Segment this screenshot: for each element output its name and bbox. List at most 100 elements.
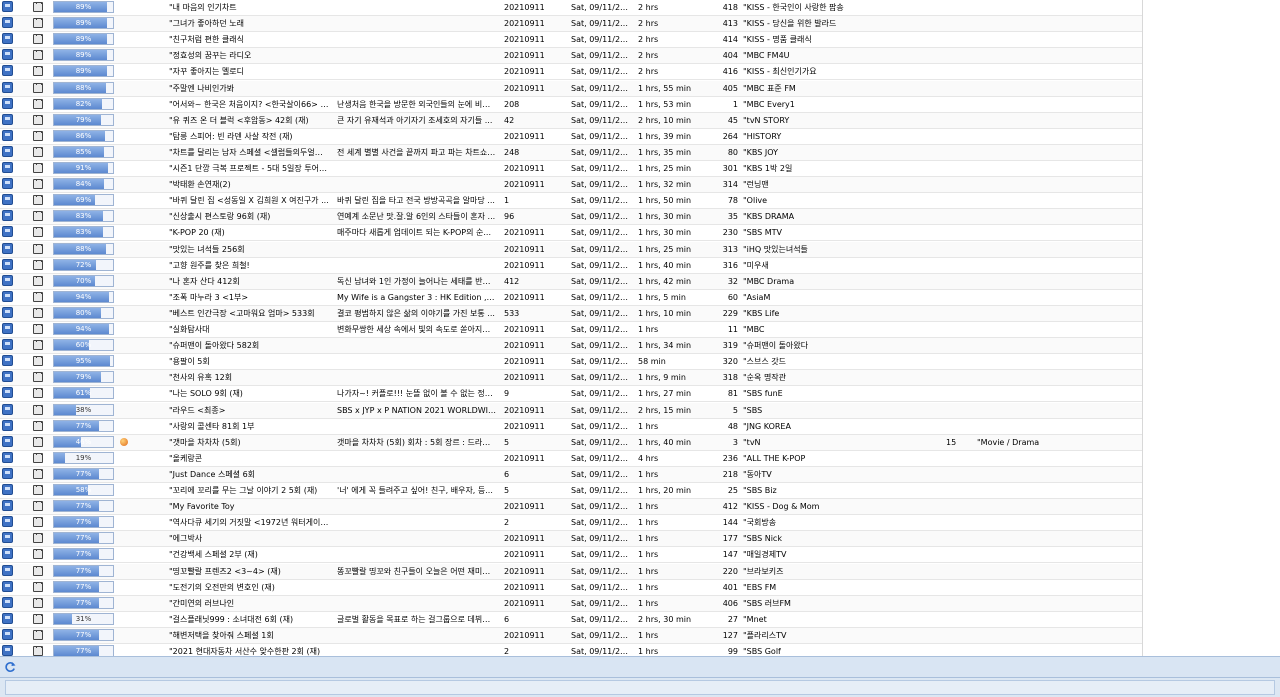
record-icon[interactable] <box>33 307 43 318</box>
tv-icon[interactable] <box>2 210 13 222</box>
tv-icon[interactable] <box>2 628 13 640</box>
tv-icon[interactable] <box>2 612 13 624</box>
record-icon[interactable] <box>33 98 43 109</box>
tv-icon[interactable] <box>2 49 13 61</box>
record-icon[interactable] <box>33 436 43 447</box>
refresh-icon[interactable] <box>4 661 16 673</box>
table-row[interactable]: 95% "용팔이 5회 20210911 Sat, 09/11/202... 58 mi… <box>0 354 1142 371</box>
tv-icon[interactable] <box>2 306 13 318</box>
tv-icon[interactable] <box>2 387 13 399</box>
record-icon[interactable] <box>33 275 43 286</box>
table-row[interactable]: 82% "어서와~ 한국은 처음이지? <한국살이66> 20... 난생처음 한국… <box>0 97 1142 113</box>
record-icon[interactable] <box>33 243 43 254</box>
record-icon[interactable] <box>33 404 43 415</box>
record-icon[interactable] <box>33 259 43 270</box>
table-row[interactable]: 77% "해변저택을 찾아줘 스페셜 1회 20210911 Sat, 09/11/2… <box>0 627 1142 644</box>
record-icon[interactable] <box>33 291 43 302</box>
table-row[interactable]: 61% "나는 SOLO 9회 (재) 나가자~! 커플로!!! 눈뜰 없이 볼 수… <box>0 386 1142 403</box>
tv-icon[interactable] <box>2 339 13 351</box>
record-icon[interactable] <box>33 340 43 351</box>
tv-icon[interactable] <box>2 355 13 367</box>
table-row[interactable]: 83% "K-POP 20 (재) 매주마다 새롭게 업데이트 되는 K-POP의 … <box>0 225 1142 242</box>
record-icon[interactable] <box>33 501 43 512</box>
tv-icon[interactable] <box>2 403 13 415</box>
tv-icon[interactable] <box>2 596 13 608</box>
tv-icon[interactable] <box>2 129 13 141</box>
table-row[interactable]: 77% "도전기의 오전만의 변호인 (재) 20210911 Sat, 09/11/… <box>0 580 1142 596</box>
record-icon[interactable] <box>33 452 43 463</box>
record-icon[interactable] <box>33 2 43 12</box>
tv-icon[interactable] <box>2 564 13 576</box>
record-icon[interactable] <box>33 211 43 222</box>
tv-icon[interactable] <box>2 371 13 383</box>
table-row[interactable]: 85% "차트를 달리는 남자 스페셜 <셀럽들의두얼굴... 전 세계 별별 사건… <box>0 144 1142 161</box>
table-row[interactable]: 77% "사랑의 콜센타 81회 1부 20210911 Sat, 09/11/202… <box>0 419 1142 435</box>
tv-icon[interactable] <box>2 548 13 560</box>
record-icon[interactable] <box>33 629 43 640</box>
table-row[interactable]: 70% "나 혼자 산다 412회 독신 남녀와 1인 가정이 늘어나는 세태를 반… <box>0 273 1142 290</box>
table-row[interactable]: 60% "슈퍼맨이 돌아왔다 582회 20210911 Sat, 09/11/202… <box>0 338 1142 355</box>
record-icon[interactable] <box>33 130 43 141</box>
tv-icon[interactable] <box>2 274 13 286</box>
tv-icon[interactable] <box>2 451 13 463</box>
tv-icon[interactable] <box>2 162 13 173</box>
record-icon[interactable] <box>33 565 43 576</box>
table-row[interactable]: 19% "올케랑콘 20210911 Sat, 09/11/202... 4 hrs 23… <box>0 451 1142 467</box>
record-icon[interactable] <box>33 597 43 608</box>
tv-icon[interactable] <box>2 178 13 190</box>
tv-icon[interactable] <box>2 194 13 206</box>
table-row[interactable]: 77% "건강백세 스페셜 2부 (재) 20210911 Sat, 09/11/20… <box>0 547 1142 564</box>
tv-icon[interactable] <box>2 580 13 592</box>
record-icon[interactable] <box>33 227 43 238</box>
table-row[interactable]: 72% "고향 원주를 찾은 희철! 20210911 Sat, 09/11/202.… <box>0 258 1142 274</box>
tv-icon[interactable] <box>2 532 13 544</box>
record-icon[interactable] <box>33 485 43 495</box>
table-row[interactable]: 89% "자꾸 좋아지는 멜로디 20210911 Sat, 09/11/202...… <box>0 64 1142 81</box>
table-row[interactable]: 88% "맛있는 녀석들 256회 20210911 Sat, 09/11/202..… <box>0 241 1142 258</box>
tv-icon[interactable] <box>2 419 13 431</box>
table-row[interactable]: 77% "역사다큐 세기의 거짓말 <1972년 워터게이트... 2 Sat, 09… <box>0 515 1142 532</box>
record-icon[interactable] <box>33 613 43 624</box>
tv-icon[interactable] <box>2 33 13 45</box>
record-icon[interactable] <box>33 146 43 157</box>
record-icon[interactable] <box>33 517 43 528</box>
record-icon[interactable] <box>33 549 43 560</box>
record-icon[interactable] <box>33 356 43 367</box>
recording-indicator-icon[interactable] <box>120 437 128 446</box>
table-row[interactable]: 77% "2021 현대자동차 서산수 앚수한판 2회 (재) 2 Sat, 09/1… <box>0 644 1142 656</box>
record-icon[interactable] <box>33 533 43 544</box>
record-icon[interactable] <box>33 50 43 61</box>
table-row[interactable]: 38% "라우드 <최종> SBS x JYP x P NATION 2021 WO… <box>0 402 1142 419</box>
table-row[interactable]: 77% "My Favorite Toy 20210911 Sat, 09/11/20… <box>0 499 1142 516</box>
record-icon[interactable] <box>33 18 43 29</box>
record-icon[interactable] <box>33 66 43 77</box>
table-row[interactable]: 83% "신상출시 편스토랑 96회 (재) 연예계 소문난 맛.잘.알 6인의 스… <box>0 209 1142 226</box>
record-icon[interactable] <box>33 420 43 431</box>
tv-icon[interactable] <box>2 242 13 254</box>
tv-icon[interactable] <box>2 17 13 29</box>
program-grid[interactable]: 89% "내 마음의 인기차트 20210911 Sat, 09/11/202... 2… <box>0 0 1143 656</box>
tv-icon[interactable] <box>2 145 13 157</box>
record-icon[interactable] <box>33 195 43 206</box>
record-icon[interactable] <box>33 468 43 479</box>
tv-icon[interactable] <box>2 1 13 12</box>
tv-icon[interactable] <box>2 81 13 93</box>
table-row[interactable]: 79% "천사의 유혹 12회 20210911 Sat, 09/11/202... 1… <box>0 370 1142 387</box>
table-row[interactable]: 77% "간미연의 러브나인 20210911 Sat, 09/11/202... 1 … <box>0 595 1142 612</box>
tv-icon[interactable] <box>2 484 13 495</box>
table-row[interactable]: 94% "실화탐사대 변화무쌍한 세상 속에서 빛의 속도로 쏟아지는... 2021… <box>0 322 1142 338</box>
table-row[interactable]: 46% "갯마을 차차차 (5회) 갯마을 차차차 (5회) 회차 : 5회 장르 … <box>0 434 1142 451</box>
table-row[interactable]: 77% "에그박사 20210911 Sat, 09/11/202... 1 hrs 17… <box>0 531 1142 548</box>
tv-icon[interactable] <box>2 65 13 77</box>
tv-icon[interactable] <box>2 290 13 302</box>
record-icon[interactable] <box>33 163 43 173</box>
table-row[interactable]: 88% "주말엔 나비인가봐 20210911 Sat, 09/11/202... 1 … <box>0 80 1142 97</box>
record-icon[interactable] <box>33 324 43 334</box>
table-row[interactable]: 80% "베스트 인간극장 <고마워요 엄마> 533회 결코 평범하지 않은 삶의… <box>0 305 1142 322</box>
record-icon[interactable] <box>33 82 43 93</box>
record-icon[interactable] <box>33 34 43 45</box>
table-row[interactable]: 58% "꼬리에 꼬리를 무는 그날 이야기 2 5회 (재) '너' 에게 꼭 들… <box>0 483 1142 499</box>
table-row[interactable]: 89% "친구처럼 편한 클래식 20210911 Sat, 09/11/202...… <box>0 32 1142 49</box>
table-row[interactable]: 77% "띵꼬빨랄 프렌즈2 <3~4> (재) 똥꼬빨랄 띵꼬와 친구들이 오늘은… <box>0 563 1142 580</box>
record-icon[interactable] <box>33 646 43 656</box>
